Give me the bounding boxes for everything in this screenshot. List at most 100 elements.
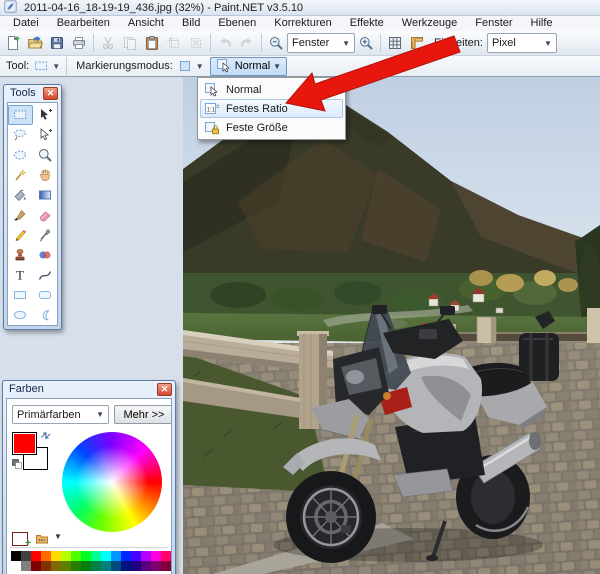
save-button[interactable]	[46, 32, 68, 54]
tool-rectangle[interactable]	[8, 285, 33, 305]
menu-hilfe[interactable]: Hilfe	[522, 16, 562, 31]
menu-bild[interactable]: Bild	[173, 16, 209, 31]
palette-swatch[interactable]	[11, 551, 21, 561]
cut-button[interactable]	[97, 32, 119, 54]
palette-swatch[interactable]	[101, 561, 111, 571]
palette-swatch[interactable]	[51, 561, 61, 571]
palette-swatch[interactable]	[41, 551, 51, 561]
tool-ellipse-select[interactable]	[8, 145, 33, 165]
units-select[interactable]: Pixel ▼	[487, 33, 557, 53]
crop-to-selection-button[interactable]	[163, 32, 185, 54]
tool-lasso-select[interactable]	[8, 125, 33, 145]
new-file-button[interactable]	[2, 32, 24, 54]
menu-bearbeiten[interactable]: Bearbeiten	[48, 16, 119, 31]
tools-palette-titlebar[interactable]: Tools ✕	[4, 85, 61, 101]
menu-werkzeuge[interactable]: Werkzeuge	[393, 16, 466, 31]
tool-paintbrush[interactable]	[8, 205, 33, 225]
palette-swatch[interactable]	[21, 551, 31, 561]
tool-move-pixels[interactable]	[33, 105, 58, 125]
palette-swatch[interactable]	[31, 551, 41, 561]
tool-gradient[interactable]	[33, 185, 58, 205]
print-button[interactable]	[68, 32, 90, 54]
palette-menu-icon[interactable]	[34, 530, 50, 546]
tool-ellipse[interactable]	[8, 305, 33, 325]
palette-swatch[interactable]	[61, 561, 71, 571]
flood-mode-button[interactable]: Normal ▼	[210, 57, 287, 76]
close-icon[interactable]: ✕	[157, 383, 172, 396]
tool-magic-wand[interactable]	[8, 165, 33, 185]
palette-swatch[interactable]	[161, 551, 171, 561]
copy-button[interactable]	[119, 32, 141, 54]
menu-fenster[interactable]: Fenster	[466, 16, 521, 31]
grid-toggle-button[interactable]	[384, 32, 406, 54]
tool-paint-bucket[interactable]	[8, 185, 33, 205]
tool-pan[interactable]	[33, 165, 58, 185]
chevron-down-icon[interactable]: ▼	[54, 532, 62, 541]
add-color-swatch[interactable]: +	[12, 532, 28, 546]
tool-color-picker[interactable]	[33, 225, 58, 245]
menu-item-normal[interactable]: Normal	[200, 80, 343, 99]
palette-swatch[interactable]	[61, 551, 71, 561]
menu-item-festes-ratio[interactable]: 1:1Festes Ratio	[200, 99, 343, 118]
swap-colors-icon[interactable]	[35, 425, 55, 445]
menu-korrekturen[interactable]: Korrekturen	[265, 16, 340, 31]
photo-canvas[interactable]	[183, 77, 600, 574]
palette-swatch[interactable]	[111, 551, 121, 561]
palette-swatch[interactable]	[31, 561, 41, 571]
colors-palette-titlebar[interactable]: Farben ✕	[3, 381, 175, 397]
menu-datei[interactable]: Datei	[4, 16, 48, 31]
undo-button[interactable]	[214, 32, 236, 54]
palette-swatch[interactable]	[101, 551, 111, 561]
primary-color-swatch[interactable]	[12, 432, 37, 455]
menu-ansicht[interactable]: Ansicht	[119, 16, 173, 31]
ruler-toggle-button[interactable]	[406, 32, 428, 54]
palette-swatch[interactable]	[131, 561, 141, 571]
zoom-in-button[interactable]	[355, 32, 377, 54]
tool-recolor[interactable]	[33, 245, 58, 265]
palette-swatch[interactable]	[51, 551, 61, 561]
more-button[interactable]: Mehr >>	[114, 405, 172, 424]
tool-line-curve[interactable]	[33, 265, 58, 285]
tool-text[interactable]: T	[8, 265, 33, 285]
palette-swatch[interactable]	[151, 551, 161, 561]
palette-swatch[interactable]	[141, 561, 151, 571]
palette-swatch[interactable]	[141, 551, 151, 561]
tool-freeform-shape[interactable]	[33, 305, 58, 325]
tool-clone-stamp[interactable]	[8, 245, 33, 265]
tool-eraser[interactable]	[33, 205, 58, 225]
reset-colors-icon[interactable]	[11, 456, 23, 468]
deselect-button[interactable]	[185, 32, 207, 54]
tool-zoom[interactable]	[33, 145, 58, 165]
palette-swatch[interactable]	[121, 561, 131, 571]
palette-type-select[interactable]: Primärfarben ▼	[12, 405, 109, 424]
palette-swatch[interactable]	[91, 551, 101, 561]
tool-pencil[interactable]	[8, 225, 33, 245]
tool-move-selection[interactable]	[33, 125, 58, 145]
palette-swatch[interactable]	[161, 561, 171, 571]
palette-swatch[interactable]	[131, 551, 141, 561]
menu-effekte[interactable]: Effekte	[341, 16, 393, 31]
color-wheel[interactable]	[62, 432, 162, 532]
palette-swatch[interactable]	[41, 561, 51, 571]
palette-swatch[interactable]	[111, 561, 121, 571]
menu-ebenen[interactable]: Ebenen	[209, 16, 265, 31]
palette-swatch[interactable]	[91, 561, 101, 571]
palette-swatch[interactable]	[121, 551, 131, 561]
tool-rounded-rectangle[interactable]	[33, 285, 58, 305]
zoom-mode-select[interactable]: Fenster ▼	[287, 33, 355, 53]
menu-item-feste-gr-e[interactable]: Feste Größe	[200, 118, 343, 137]
tool-dropdown-arrow[interactable]: ▼	[49, 62, 63, 71]
palette-swatch[interactable]	[81, 561, 91, 571]
close-icon[interactable]: ✕	[43, 87, 58, 100]
palette-swatch[interactable]	[71, 561, 81, 571]
tool-rectangle-select[interactable]	[8, 105, 33, 125]
palette-swatch[interactable]	[11, 561, 21, 571]
palette-swatch[interactable]	[151, 561, 161, 571]
palette-swatch[interactable]	[71, 551, 81, 561]
palette-swatch[interactable]	[21, 561, 31, 571]
open-button[interactable]	[24, 32, 46, 54]
zoom-out-button[interactable]	[265, 32, 287, 54]
redo-button[interactable]	[236, 32, 258, 54]
paste-button[interactable]	[141, 32, 163, 54]
selection-mode-dropdown-arrow[interactable]: ▼	[193, 62, 207, 71]
